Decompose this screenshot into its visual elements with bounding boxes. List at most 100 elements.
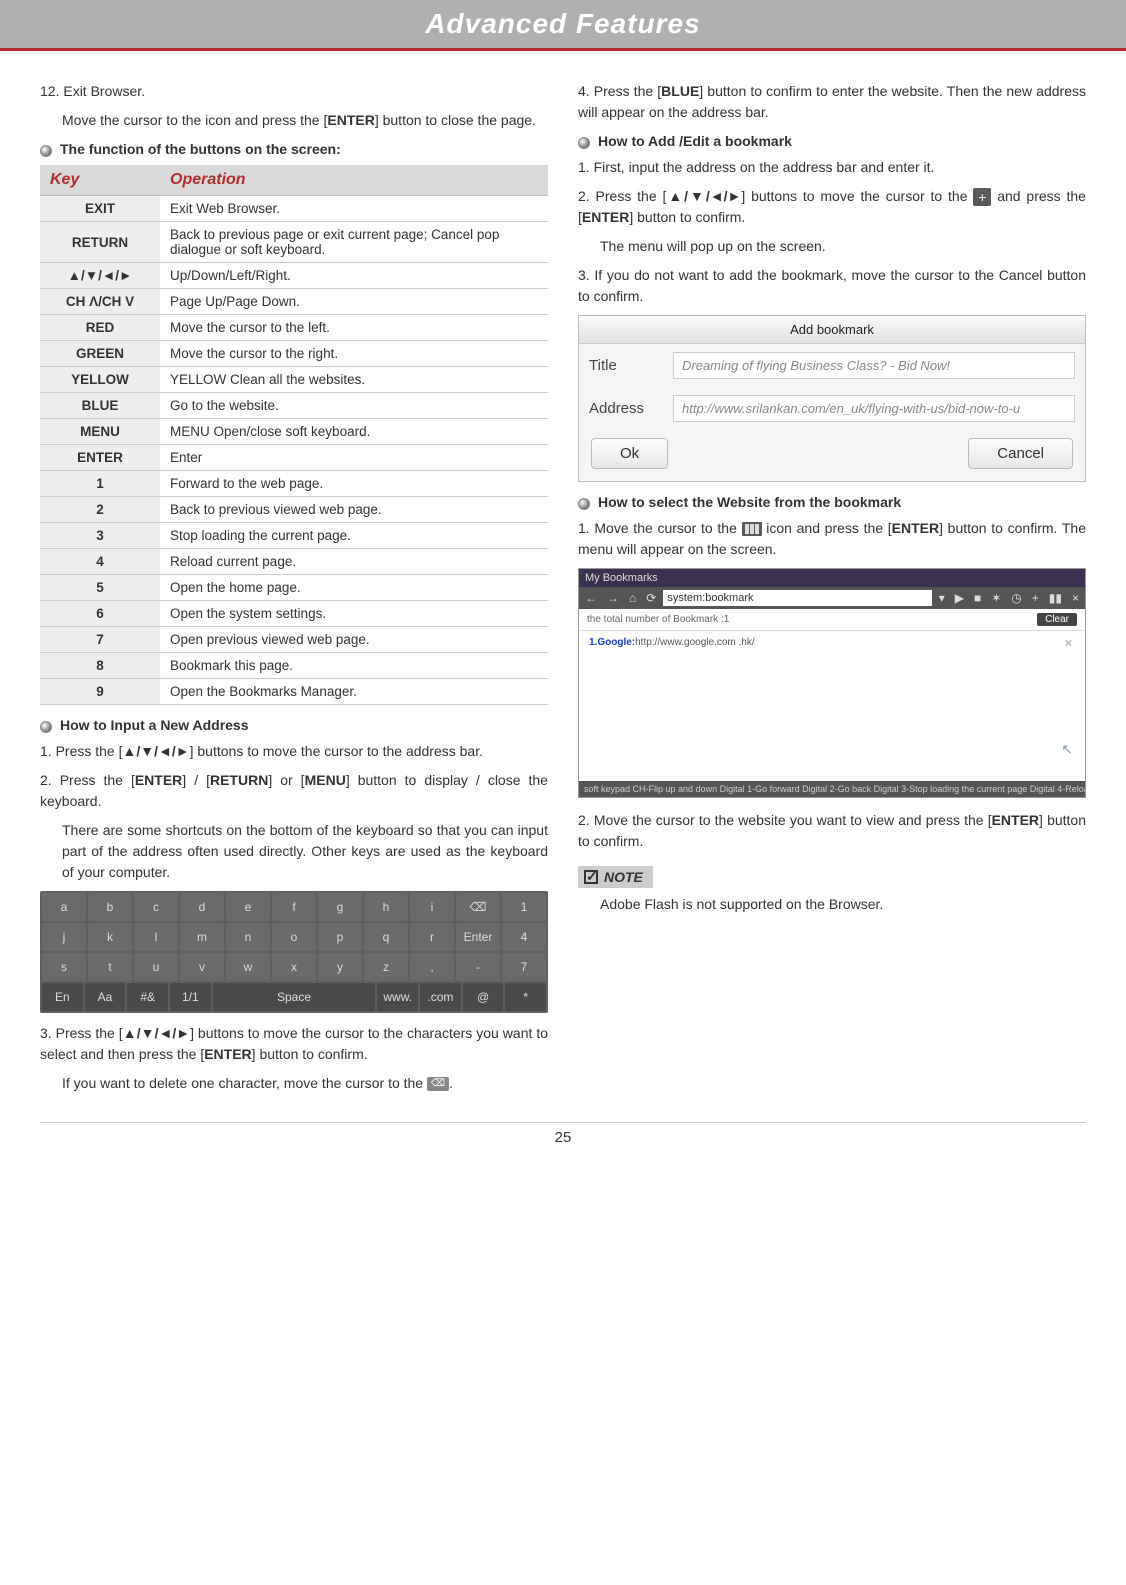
keyboard-key[interactable]: Enter xyxy=(456,923,500,951)
select-step-2: 2. Move the cursor to the website you wa… xyxy=(578,810,1086,852)
keyboard-key[interactable]: w xyxy=(226,953,270,981)
keyboard-key[interactable]: - xyxy=(456,953,500,981)
table-key: RED xyxy=(40,315,160,341)
table-op: YELLOW Clean all the websites. xyxy=(160,367,548,393)
select-step-1: 1. Move the cursor to the icon and press… xyxy=(578,518,1086,560)
table-key: 3 xyxy=(40,523,160,549)
dropdown-icon[interactable]: ▾ xyxy=(936,591,948,605)
add-step-2: 2. Press the [▲/▼/◄/►] buttons to move t… xyxy=(578,186,1086,228)
keyboard-key[interactable]: y xyxy=(318,953,362,981)
keyboard-key[interactable]: 1 xyxy=(502,893,546,921)
keyboard-key[interactable]: 1/1 xyxy=(170,983,211,1011)
step-num: 12. xyxy=(40,83,59,99)
function-heading: The function of the buttons on the scree… xyxy=(40,141,548,157)
table-op: Exit Web Browser. xyxy=(160,196,548,222)
stop-icon[interactable]: ■ xyxy=(971,591,984,605)
keyboard-key[interactable]: @ xyxy=(463,983,504,1011)
keyboard-key[interactable]: d xyxy=(180,893,224,921)
mybm-count: the total number of Bookmark :1 xyxy=(587,614,729,625)
table-op: Move the cursor to the right. xyxy=(160,341,548,367)
keyboard-key[interactable]: c xyxy=(134,893,178,921)
keyboard-key[interactable]: Space xyxy=(213,983,376,1011)
keyboard-key[interactable]: k xyxy=(88,923,132,951)
list-item[interactable]: 1.Google:http://www.google.com .hk/ xyxy=(589,637,1075,648)
keyboard-key[interactable]: o xyxy=(272,923,316,951)
table-op: Reload current page. xyxy=(160,549,548,575)
add-step-1: 1. First, input the address on the addre… xyxy=(578,157,1086,178)
clock-icon[interactable]: ◷ xyxy=(1008,591,1024,605)
keyboard-key[interactable]: g xyxy=(318,893,362,921)
keyboard-key[interactable]: e xyxy=(226,893,270,921)
keyboard-key[interactable]: n xyxy=(226,923,270,951)
cancel-button[interactable]: Cancel xyxy=(968,438,1073,469)
keyboard-key[interactable]: p xyxy=(318,923,362,951)
reload-icon[interactable]: ⟳ xyxy=(643,591,659,605)
input-step-2: 2. Press the [ENTER] / [RETURN] or [MENU… xyxy=(40,770,548,812)
keyboard-key[interactable]: ⌫ xyxy=(456,893,500,921)
check-icon xyxy=(584,870,598,884)
play-icon[interactable]: ▶ xyxy=(952,591,967,605)
step-title: Exit Browser. xyxy=(63,83,145,99)
table-key: 6 xyxy=(40,601,160,627)
table-op: Open previous viewed web page. xyxy=(160,627,548,653)
keyboard-key[interactable]: t xyxy=(88,953,132,981)
address-input[interactable]: http://www.srilankan.com/en_uk/flying-wi… xyxy=(673,395,1075,422)
input-step-1: 1. Press the [▲/▼/◄/►] buttons to move t… xyxy=(40,741,548,762)
table-key: RETURN xyxy=(40,222,160,263)
keyboard-key[interactable]: a xyxy=(42,893,86,921)
keyboard-key[interactable]: En xyxy=(42,983,83,1011)
keyboard-key[interactable]: www. xyxy=(377,983,418,1011)
keyboard-key[interactable]: x xyxy=(272,953,316,981)
table-key: 8 xyxy=(40,653,160,679)
keyboard-key[interactable]: h xyxy=(364,893,408,921)
ok-button[interactable]: Ok xyxy=(591,438,668,469)
mybm-header: My Bookmarks xyxy=(579,569,1085,587)
table-op: Bookmark this page. xyxy=(160,653,548,679)
mybm-url[interactable]: system:bookmark xyxy=(663,590,931,606)
input-step-3b: If you want to delete one character, mov… xyxy=(62,1073,548,1094)
keyboard-key[interactable]: z xyxy=(364,953,408,981)
gear-icon[interactable]: ✶ xyxy=(988,591,1004,605)
keyboard-key[interactable]: b xyxy=(88,893,132,921)
table-op: Open the home page. xyxy=(160,575,548,601)
table-key: GREEN xyxy=(40,341,160,367)
forward-icon[interactable]: → xyxy=(604,591,622,605)
title-label: Title xyxy=(589,357,659,374)
keyboard-key[interactable]: f xyxy=(272,893,316,921)
keyboard-key[interactable]: , xyxy=(410,953,454,981)
table-key: 5 xyxy=(40,575,160,601)
clear-button[interactable]: Clear xyxy=(1037,613,1077,626)
keyboard-key[interactable]: i xyxy=(410,893,454,921)
delete-item-icon[interactable]: ✕ xyxy=(1064,637,1073,650)
title-input[interactable]: Dreaming of flying Business Class? - Bid… xyxy=(673,352,1075,379)
keyboard-key[interactable]: .com xyxy=(420,983,461,1011)
keyboard-key[interactable]: j xyxy=(42,923,86,951)
keyboard-key[interactable]: #& xyxy=(127,983,168,1011)
add-icon[interactable]: + xyxy=(1029,591,1042,605)
keyboard-key[interactable]: Aa xyxy=(85,983,126,1011)
left-column: 12. Exit Browser. Move the cursor to the… xyxy=(40,81,548,1102)
th-key: Key xyxy=(40,165,160,196)
back-icon[interactable]: ← xyxy=(582,591,600,605)
my-bookmarks-dialog: My Bookmarks ← → ⌂ ⟳ system:bookmark ▾ ▶… xyxy=(578,568,1086,798)
note-label: NOTE xyxy=(604,869,643,885)
keyboard-key[interactable]: q xyxy=(364,923,408,951)
table-key: YELLOW xyxy=(40,367,160,393)
keyboard-key[interactable]: v xyxy=(180,953,224,981)
bookmarks-icon[interactable]: ▮▮ xyxy=(1046,591,1065,605)
keyboard-key[interactable]: l xyxy=(134,923,178,951)
table-key: CH Λ/CH V xyxy=(40,289,160,315)
table-op: Page Up/Page Down. xyxy=(160,289,548,315)
close-icon[interactable]: × xyxy=(1069,591,1082,605)
keyboard-key[interactable]: 7 xyxy=(502,953,546,981)
keyboard-key[interactable]: r xyxy=(410,923,454,951)
keyboard-key[interactable]: 4 xyxy=(502,923,546,951)
table-op: Back to previous viewed web page. xyxy=(160,497,548,523)
keyboard-key[interactable]: s xyxy=(42,953,86,981)
home-icon[interactable]: ⌂ xyxy=(626,591,639,605)
keyboard-key[interactable]: u xyxy=(134,953,178,981)
keyboard-key[interactable]: * xyxy=(505,983,546,1011)
how-select-heading: How to select the Website from the bookm… xyxy=(578,494,1086,510)
keyboard-key[interactable]: m xyxy=(180,923,224,951)
add-bookmark-title: Add bookmark xyxy=(579,316,1085,344)
